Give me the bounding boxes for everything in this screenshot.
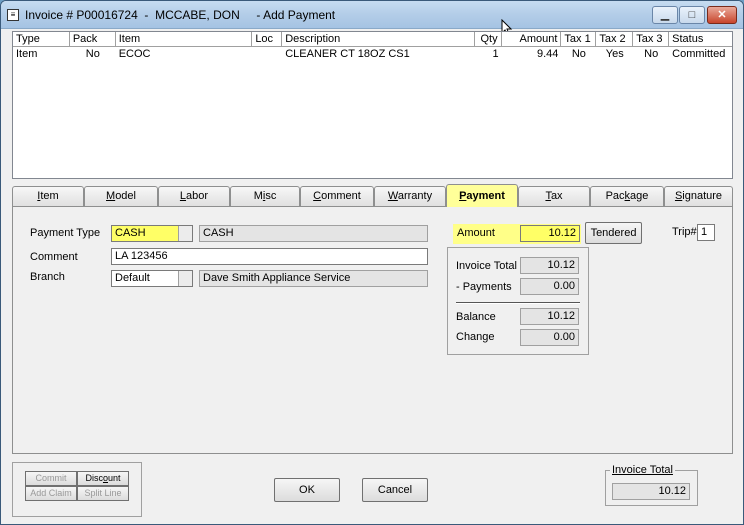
cell-tax2: Yes — [605, 48, 624, 60]
branch-dropdown[interactable]: Default — [111, 270, 193, 287]
window-title: Invoice # P00016724 - MCCABE, DON - Add … — [25, 8, 336, 22]
totals-group: Invoice Total 10.12 - Payments 0.00 Bala… — [447, 247, 589, 355]
cell-item: ECOC — [118, 48, 151, 60]
cell-qty: 1 — [492, 48, 499, 60]
tendered-button[interactable]: Tendered — [585, 222, 642, 244]
cell-amount: 9.44 — [537, 48, 559, 60]
footer-invoice-total-value: 10.12 — [612, 483, 690, 500]
payments-label: - Payments — [456, 281, 512, 293]
invoice-total-value: 10.12 — [520, 257, 579, 274]
totals-divider — [456, 302, 580, 304]
payments-value: 0.00 — [520, 278, 579, 295]
minimize-button[interactable]: ▁ — [652, 6, 678, 24]
trip-label: Trip# — [672, 226, 697, 238]
comment-input[interactable]: LA 123456 — [111, 248, 428, 265]
tab-misc[interactable]: Misc — [230, 186, 300, 206]
tab-comment[interactable]: Comment — [300, 186, 374, 206]
payment-type-label: Payment Type — [30, 227, 101, 239]
grid-header: Type Pack Item Loc Description Qty Amoun… — [13, 32, 732, 47]
dropdown-button[interactable] — [178, 226, 192, 241]
invoice-total-label: Invoice Total — [456, 260, 517, 272]
column-header-amount[interactable]: Amount — [502, 32, 562, 47]
tab-signature[interactable]: Signature — [664, 186, 733, 206]
cell-status: Committed — [672, 48, 726, 60]
footer-invoice-total-label: Invoice Total — [610, 464, 675, 476]
change-value: 0.00 — [520, 329, 579, 346]
trip-input[interactable]: 1 — [697, 224, 715, 241]
branch-label: Branch — [30, 271, 65, 283]
balance-value: 10.12 — [520, 308, 579, 325]
tab-labor[interactable]: Labor — [158, 186, 230, 206]
dropdown-button[interactable] — [178, 271, 192, 286]
column-header-qty[interactable]: Qty — [475, 32, 502, 47]
add-claim-button[interactable]: Add Claim — [25, 486, 77, 501]
column-header-pack[interactable]: Pack — [70, 32, 116, 47]
tab-tax[interactable]: Tax — [518, 186, 590, 206]
split-line-button[interactable]: Split Line — [77, 486, 129, 501]
ok-button[interactable]: OK — [274, 478, 340, 502]
tab-model[interactable]: Model — [84, 186, 158, 206]
maximize-button[interactable]: □ — [679, 6, 705, 24]
line-items-grid[interactable]: Type Pack Item Loc Description Qty Amoun… — [12, 31, 733, 179]
cell-tax1: No — [571, 48, 586, 60]
column-header-tax1[interactable]: Tax 1 — [561, 32, 597, 47]
cell-pack: No — [85, 48, 100, 60]
cell-type: Item — [16, 48, 38, 60]
title-bar[interactable]: ≡ Invoice # P00016724 - MCCABE, DON - Ad… — [1, 1, 743, 36]
payment-panel: Payment Type CASH CASH Comment LA 123456… — [12, 206, 733, 454]
tab-payment[interactable]: Payment — [446, 184, 518, 207]
payment-type-dropdown[interactable]: CASH — [111, 225, 193, 242]
column-header-tax2[interactable]: Tax 2 — [596, 32, 634, 47]
commit-button[interactable]: Commit — [25, 471, 77, 486]
column-header-type[interactable]: Type — [13, 32, 70, 47]
cell-description: CLEANER CT 18OZ CS1 — [285, 48, 410, 60]
discount-button[interactable]: Discount — [77, 471, 129, 486]
tab-warranty[interactable]: Warranty — [374, 186, 446, 206]
amount-label: Amount — [457, 227, 495, 239]
column-header-loc[interactable]: Loc — [252, 32, 283, 47]
cell-tax3: No — [644, 48, 659, 60]
change-label: Change — [456, 331, 495, 343]
branch-description: Dave Smith Appliance Service — [199, 270, 428, 287]
tab-package[interactable]: Package — [590, 186, 664, 206]
column-header-item[interactable]: Item — [116, 32, 253, 47]
line-actions-group: Commit Discount Add Claim Split Line — [12, 462, 142, 517]
cell-loc — [252, 47, 282, 62]
column-header-status[interactable]: Status — [669, 32, 732, 47]
table-row[interactable]: Item No ECOC CLEANER CT 18OZ CS1 1 9.44 … — [13, 47, 732, 61]
comment-label: Comment — [30, 251, 78, 263]
amount-input[interactable]: 10.12 — [520, 225, 580, 242]
add-payment-window: ≡ Invoice # P00016724 - MCCABE, DON - Ad… — [0, 0, 744, 525]
document-icon[interactable]: ≡ — [7, 9, 19, 21]
balance-label: Balance — [456, 311, 496, 323]
tab-item[interactable]: Item — [12, 186, 84, 206]
column-header-description[interactable]: Description — [282, 32, 475, 47]
payment-type-description: CASH — [199, 225, 428, 242]
cancel-button[interactable]: Cancel — [362, 478, 428, 502]
close-button[interactable]: ✕ — [707, 6, 737, 24]
column-header-tax3[interactable]: Tax 3 — [633, 32, 670, 47]
